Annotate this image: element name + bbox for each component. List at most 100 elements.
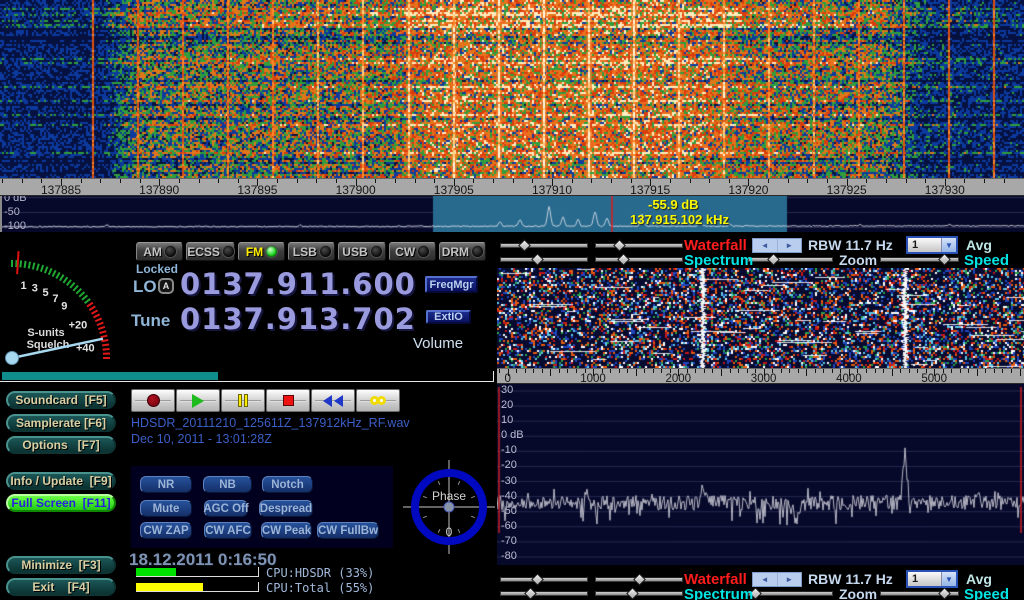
slider-thumb[interactable] [938, 587, 951, 600]
dsp-button-notch[interactable]: Notch [262, 476, 313, 493]
play-button[interactable] [176, 389, 220, 412]
mode-button-fm[interactable]: FM [238, 242, 285, 261]
slider-thumb[interactable] [518, 239, 531, 252]
spectrum-level-slider-top[interactable] [500, 255, 588, 264]
smeter-tick [41, 265, 43, 272]
mode-label: CW [395, 245, 415, 259]
scroll-left-icon[interactable]: ◄ [753, 239, 778, 252]
rf-spectrum-canvas [0, 196, 1024, 232]
spectrum-range-slider-top[interactable] [595, 255, 683, 264]
spectrum-range-slider-bottom[interactable] [595, 589, 683, 598]
lo-auto-button[interactable]: A [158, 278, 174, 294]
dsp-button-agc-off[interactable]: AGC Off [204, 500, 248, 517]
waterfall-contrast-slider-top[interactable] [595, 241, 683, 250]
left-button-minimize[interactable]: Minimize [F3] [6, 556, 116, 574]
record-button[interactable] [131, 389, 175, 412]
mode-button-usb[interactable]: USB [338, 242, 385, 261]
rf-frequency-scale[interactable]: 1378851378901378951379001379051379101379… [0, 178, 1024, 196]
chevron-down-icon[interactable]: ▼ [941, 238, 956, 252]
lo-frequency-display[interactable]: 0137.911.600 [180, 267, 416, 301]
slider-thumb[interactable] [531, 253, 544, 266]
audio-scale-tick [704, 369, 705, 373]
rf-scale-label: 137895 [237, 183, 277, 196]
slider-thumb[interactable] [524, 587, 537, 600]
mode-button-cw[interactable]: CW [389, 242, 436, 261]
smeter-tick [60, 275, 64, 281]
waterfall-scroll-control-bottom[interactable]: ◄► [752, 572, 802, 587]
rf-db-label-100: -100 [4, 220, 26, 232]
dsp-button-cw-afc[interactable]: CW AFC [204, 522, 252, 539]
dsp-button-nb[interactable]: NB [203, 476, 252, 493]
avg-dropdown-top[interactable]: 1▼ [906, 236, 958, 254]
slider-thumb[interactable] [767, 253, 780, 266]
squelch-needle-pivot[interactable] [6, 352, 19, 365]
smeter-tick [103, 349, 110, 350]
smeter-tick [67, 280, 71, 286]
mode-button-am[interactable]: AM [136, 242, 183, 261]
rewind-icon [334, 395, 343, 407]
playback-position-track[interactable] [0, 371, 494, 382]
waterfall-brightness-slider-bottom[interactable] [500, 575, 588, 584]
dsp-button-cw-peak[interactable]: CW Peak [261, 522, 312, 539]
loop-icon [377, 396, 386, 405]
mode-button-ecss[interactable]: ECSS [186, 242, 235, 261]
dsp-button-mute[interactable]: Mute [140, 500, 192, 517]
left-button-soundcard[interactable]: Soundcard [F5] [6, 391, 116, 409]
spectrum-tab-label-bottom[interactable]: Spectrum [684, 586, 753, 600]
mode-led-indicator [418, 246, 429, 257]
lo-label: LO [133, 277, 157, 297]
scroll-right-icon[interactable]: ► [778, 573, 802, 586]
slider-thumb[interactable] [617, 253, 630, 266]
dsp-button-nr[interactable]: NR [140, 476, 192, 493]
mode-button-drm[interactable]: DRM [439, 242, 486, 261]
slider-thumb[interactable] [633, 573, 646, 586]
avg-dropdown-bottom[interactable]: 1▼ [906, 570, 958, 588]
chevron-down-icon[interactable]: ▼ [941, 572, 956, 586]
slider-track [500, 577, 588, 582]
audio-scale-tick [738, 369, 739, 373]
mode-button-lsb[interactable]: LSB [288, 242, 335, 261]
waterfall-brightness-slider-top[interactable] [500, 241, 588, 250]
rf-waterfall-display[interactable] [0, 0, 1024, 178]
rf-spectrum-display[interactable]: 0 dB -50 -100 -55.9 dB 137.915.102 kHz [0, 196, 1024, 232]
zoom-slider-top[interactable] [748, 255, 833, 264]
audio-spectrum-display[interactable]: 3020100 dB-10-20-30-40-50-60-70-80 [497, 384, 1024, 565]
waterfall-scroll-control-top[interactable]: ◄► [752, 238, 802, 253]
rewind-icon [323, 395, 332, 407]
loop-button[interactable] [356, 389, 400, 412]
zoom-slider-bottom[interactable] [748, 589, 833, 598]
left-button-options[interactable]: Options [F7] [6, 436, 116, 454]
scroll-left-icon[interactable]: ◄ [753, 573, 778, 586]
audio-db-label: -70 [501, 535, 517, 547]
spectrum-tab-label-top[interactable]: Spectrum [684, 252, 753, 269]
extio-button[interactable]: ExtIO [426, 310, 471, 324]
slider-thumb[interactable] [613, 239, 626, 252]
cpu-meter-label: CPU:Total (55%) [266, 581, 374, 595]
pause-button[interactable] [221, 389, 265, 412]
audio-scale-tick [712, 369, 713, 373]
audio-waterfall-display[interactable] [497, 268, 1024, 368]
tune-frequency-display[interactable]: 0137.913.702 [180, 302, 416, 336]
waterfall-contrast-slider-bottom[interactable] [595, 575, 683, 584]
rbw-readout-bottom: RBW 11.7 Hz [808, 571, 893, 587]
slider-thumb[interactable] [626, 587, 639, 600]
freqmgr-button[interactable]: FreqMgr [425, 276, 478, 293]
rewind-button[interactable] [311, 389, 355, 412]
mode-button-row: AMECSSFMLSBUSB CW DRM [136, 242, 486, 261]
left-button-info-update[interactable]: Info / Update [F9] [6, 472, 116, 490]
slider-thumb[interactable] [938, 253, 951, 266]
audio-frequency-scale[interactable]: 010002000300040005000 [497, 368, 1024, 384]
dsp-button-cw-fullbw[interactable]: CW FullBw [317, 522, 379, 539]
slider-thumb[interactable] [531, 573, 544, 586]
smeter-tick [100, 331, 107, 333]
left-button-full-screen[interactable]: Full Screen [F11] [6, 494, 116, 512]
left-button-exit[interactable]: Exit [F4] [6, 578, 116, 596]
speed-slider-top[interactable] [880, 255, 959, 264]
scroll-right-icon[interactable]: ► [778, 239, 802, 252]
dsp-button-cw-zap[interactable]: CW ZAP [140, 522, 192, 539]
stop-button[interactable] [266, 389, 310, 412]
speed-slider-bottom[interactable] [880, 589, 959, 598]
dsp-button-despread[interactable]: Despread [259, 500, 313, 517]
left-button-samplerate[interactable]: Samplerate [F6] [6, 414, 116, 432]
spectrum-level-slider-bottom[interactable] [500, 589, 588, 598]
